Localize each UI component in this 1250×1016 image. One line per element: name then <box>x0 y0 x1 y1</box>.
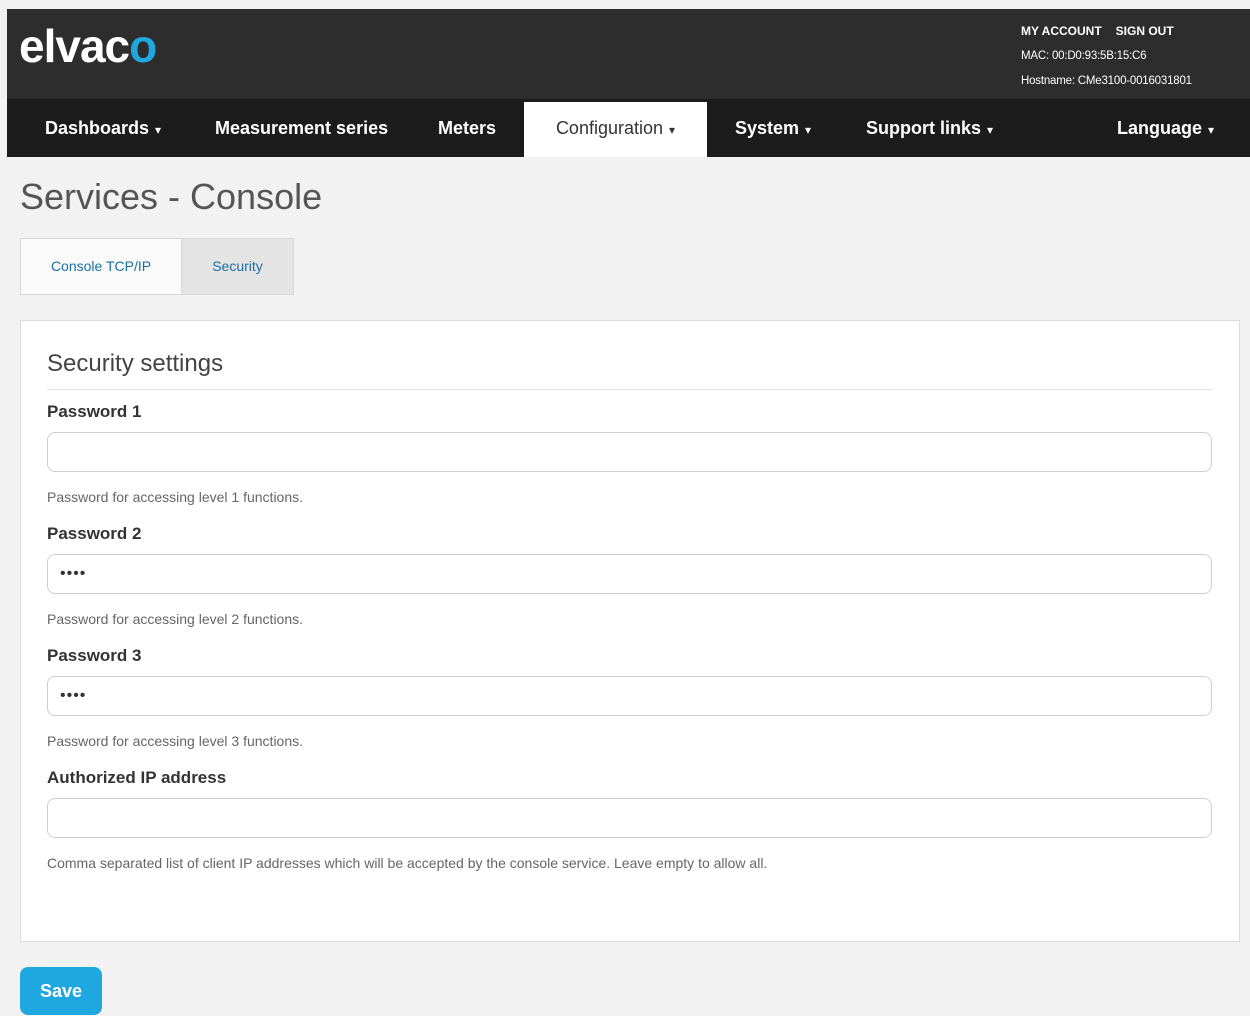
password3-field[interactable]: •••• <box>47 676 1212 716</box>
password1-help: Password for accessing level 1 functions… <box>47 489 304 505</box>
tab-security[interactable]: Security <box>181 238 294 295</box>
tab-console-tcpip[interactable]: Console TCP/IP <box>20 238 182 295</box>
nav-system-label: System <box>735 118 800 138</box>
security-settings-panel: Security settings Password 1 Password fo… <box>20 320 1240 942</box>
password1-label: Password 1 <box>47 402 142 421</box>
top-header: elvaco MY ACCOUNT SIGN OUT MAC: 00:D0:93:… <box>7 9 1250 99</box>
nav-dashboards[interactable]: Dashboards ▾ <box>45 99 161 157</box>
sign-out-link[interactable]: SIGN OUT <box>1116 24 1174 38</box>
password2-label: Password 2 <box>47 524 142 543</box>
nav-dashboards-label: Dashboards <box>45 118 150 138</box>
chevron-down-icon: ▾ <box>805 123 812 137</box>
chevron-down-icon: ▾ <box>669 123 676 137</box>
nav-meters-label: Meters <box>438 118 497 138</box>
authorized-ip-label: Authorized IP address <box>47 768 227 787</box>
main-navbar: Dashboards ▾ Measurement series Meters Co… <box>7 99 1250 157</box>
nav-language-label: Language <box>1117 118 1203 138</box>
section-heading: Security settings <box>47 347 1213 390</box>
nav-language[interactable]: Language ▾ <box>1117 99 1214 157</box>
page-title: Services - Console <box>20 176 323 217</box>
authorized-ip-field[interactable] <box>47 798 1212 838</box>
nav-configuration-label: Configuration <box>555 118 664 138</box>
nav-support-links-label: Support links <box>866 118 982 138</box>
password1-field[interactable] <box>47 432 1212 472</box>
logo-text: elvac <box>19 20 130 72</box>
save-button[interactable]: Save <box>20 967 102 1015</box>
chevron-down-icon: ▾ <box>155 123 162 137</box>
password2-field[interactable]: •••• <box>47 554 1212 594</box>
logo-accent: o <box>129 20 157 72</box>
chevron-down-icon: ▾ <box>987 123 994 137</box>
hostname: Hostname: CMe3100-0016031801 <box>1021 75 1192 87</box>
chevron-down-icon: ▾ <box>1208 123 1215 137</box>
password3-help: Password for accessing level 3 functions… <box>47 733 304 749</box>
nav-measurement-series[interactable]: Measurement series <box>215 99 388 157</box>
mac-address: MAC: 00:D0:93:5B:15:C6 <box>1021 50 1147 62</box>
nav-support-links[interactable]: Support links ▾ <box>866 99 993 157</box>
nav-measurement-series-label: Measurement series <box>215 118 389 138</box>
authorized-ip-help: Comma separated list of client IP addres… <box>47 855 768 871</box>
nav-meters[interactable]: Meters <box>438 99 496 157</box>
password3-label: Password 3 <box>47 646 142 665</box>
my-account-link[interactable]: MY ACCOUNT <box>1021 24 1102 38</box>
account-info: MY ACCOUNT SIGN OUT MAC: 00:D0:93:5B:15:C… <box>1021 19 1246 94</box>
nav-configuration[interactable]: Configuration ▾ <box>524 102 707 157</box>
nav-system[interactable]: System ▾ <box>735 99 811 157</box>
password2-help: Password for accessing level 2 functions… <box>47 611 304 627</box>
account-links: MY ACCOUNT SIGN OUT <box>1021 19 1246 44</box>
elvaco-logo[interactable]: elvaco <box>19 20 157 72</box>
